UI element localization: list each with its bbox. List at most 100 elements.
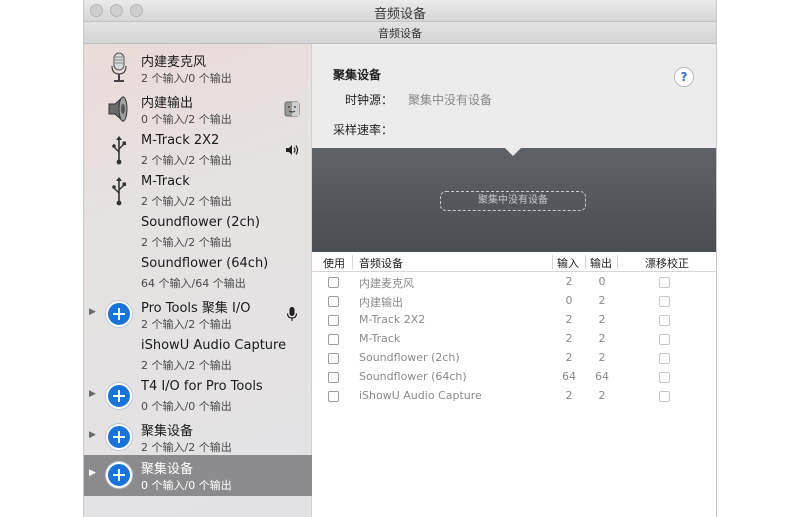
- column-output[interactable]: 输出: [590, 255, 612, 271]
- toolbar: 音频设备: [84, 22, 716, 44]
- device-item-t4-io[interactable]: ▶ T4 I/O for Pro Tools 0 个输入/0 个输出: [84, 376, 312, 417]
- device-io: 2 个输入/2 个输出: [141, 359, 232, 372]
- column-device[interactable]: 音频设备: [359, 255, 403, 271]
- table-row: Soundflower (2ch) 2 2: [312, 349, 716, 368]
- clock-source-label: 时钟源：: [345, 93, 394, 107]
- microphone-small-icon: [284, 306, 300, 322]
- device-io: 64 个输入/64 个输出: [141, 277, 246, 290]
- device-name: Soundflower (2ch): [141, 215, 260, 230]
- empty-aggregate-box: 聚集中没有设备: [440, 191, 586, 211]
- drift-correction-checkbox[interactable]: [659, 334, 670, 345]
- device-name: T4 I/O for Pro Tools: [141, 379, 263, 394]
- device-cell: M-Track: [359, 332, 401, 345]
- speaker-icon: [106, 93, 132, 125]
- drift-correction-checkbox[interactable]: [659, 372, 670, 383]
- device-io: 2 个输入/0 个输出: [141, 72, 232, 85]
- device-item-builtin-mic[interactable]: 内建麦克风 2 个输入/0 个输出: [84, 48, 312, 89]
- device-sidebar: 内建麦克风 2 个输入/0 个输出 内建输出 0 个输入/2 个输出 M-Tra…: [84, 44, 312, 517]
- column-separator: [352, 255, 353, 269]
- aggregate-plus-icon: [106, 424, 132, 450]
- output-cell: 2: [598, 332, 606, 345]
- table-row: 内建麦克风 2 0: [312, 273, 716, 292]
- device-item-aggregate-1[interactable]: ▶ 聚集设备 2 个输入/2 个输出: [84, 417, 312, 458]
- use-checkbox[interactable]: [328, 315, 339, 326]
- volume-icon: [284, 142, 300, 158]
- device-item-pro-tools-aggregate[interactable]: ▶ Pro Tools 聚集 I/O 2 个输入/2 个输出: [84, 294, 312, 335]
- drift-correction-checkbox[interactable]: [659, 353, 670, 364]
- device-item-m-track[interactable]: M-Track 2 个输入/2 个输出: [84, 171, 312, 212]
- use-checkbox[interactable]: [328, 372, 339, 383]
- disclosure-triangle-icon[interactable]: ▶: [89, 430, 96, 440]
- usb-icon: [106, 175, 132, 207]
- help-button[interactable]: ?: [674, 67, 694, 87]
- input-cell: 64: [562, 370, 576, 383]
- drift-correction-checkbox[interactable]: [659, 296, 670, 307]
- drift-correction-checkbox[interactable]: [659, 315, 670, 326]
- device-item-m-track-2x2[interactable]: M-Track 2X2 2 个输入/2 个输出: [84, 130, 312, 171]
- device-item-builtin-output[interactable]: 内建输出 0 个输入/2 个输出: [84, 89, 312, 130]
- column-input[interactable]: 输入: [557, 255, 579, 271]
- device-name: Pro Tools 聚集 I/O: [141, 301, 251, 316]
- input-cell: 2: [565, 389, 573, 402]
- finder-icon: [284, 101, 300, 117]
- column-drift-correction[interactable]: 漂移校正: [645, 255, 689, 271]
- use-checkbox[interactable]: [328, 353, 339, 364]
- disclosure-triangle-icon[interactable]: ▶: [89, 307, 96, 317]
- device-io: 0 个输入/2 个输出: [141, 113, 232, 126]
- device-cell: Soundflower (64ch): [359, 370, 467, 383]
- device-item-soundflower-2ch[interactable]: Soundflower (2ch) 2 个输入/2 个输出: [84, 212, 312, 253]
- clock-source-value[interactable]: 聚集中没有设备: [408, 91, 492, 108]
- title-bar[interactable]: 音频设备: [84, 0, 716, 22]
- microphone-icon: [106, 52, 132, 84]
- window-title: 音频设备: [373, 7, 426, 22]
- aggregate-plus-icon: [106, 462, 132, 488]
- drift-correction-checkbox[interactable]: [659, 277, 670, 288]
- output-cell: 2: [598, 313, 606, 326]
- use-checkbox[interactable]: [328, 296, 339, 307]
- output-cell: 64: [595, 370, 609, 383]
- device-cell: 内建输出: [359, 296, 403, 309]
- device-item-ishowu-audio-capture[interactable]: iShowU Audio Capture 2 个输入/2 个输出: [84, 335, 312, 376]
- aggregate-plus-icon: [106, 383, 132, 409]
- drift-correction-checkbox[interactable]: [659, 391, 670, 402]
- disclosure-triangle-icon[interactable]: ▶: [89, 389, 96, 399]
- output-cell: 2: [598, 351, 606, 364]
- input-cell: 2: [565, 332, 573, 345]
- disclosure-triangle-icon[interactable]: ▶: [89, 468, 96, 478]
- table-row: M-Track 2X2 2 2: [312, 311, 716, 330]
- table-row: M-Track 2 2: [312, 330, 716, 349]
- use-checkbox[interactable]: [328, 334, 339, 345]
- device-cell: 内建麦克风: [359, 277, 414, 290]
- output-cell: 2: [598, 389, 606, 402]
- aggregate-device-dropzone: 聚集中没有设备: [312, 148, 716, 252]
- subdevice-table: 使用 音频设备 输入 输出 漂移校正 内建麦克风 2 0 内建输出 0 2 M-…: [312, 252, 716, 517]
- use-checkbox[interactable]: [328, 391, 339, 402]
- device-io: 2 个输入/2 个输出: [141, 236, 232, 249]
- column-use[interactable]: 使用: [323, 255, 345, 271]
- device-name: 聚集设备: [141, 424, 194, 439]
- toolbar-title: 音频设备: [378, 27, 422, 40]
- device-item-soundflower-64ch[interactable]: Soundflower (64ch) 64 个输入/64 个输出: [84, 253, 312, 294]
- device-cell: M-Track 2X2: [359, 313, 426, 326]
- use-checkbox[interactable]: [328, 277, 339, 288]
- usb-icon: [106, 134, 132, 166]
- detail-heading: 聚集设备: [333, 68, 382, 82]
- column-separator: [585, 255, 586, 269]
- device-name: Soundflower (64ch): [141, 256, 269, 271]
- output-cell: 2: [598, 294, 606, 307]
- column-separator: [552, 255, 553, 269]
- input-cell: 2: [565, 313, 573, 326]
- audio-devices-window: 音频设备 音频设备 内建麦克风 2 个输入/0 个输出 内建输出 0 个输入/2…: [83, 0, 717, 517]
- output-cell: 0: [598, 275, 606, 288]
- device-cell: Soundflower (2ch): [359, 351, 460, 364]
- input-cell: 2: [565, 351, 573, 364]
- device-io: 2 个输入/2 个输出: [141, 441, 232, 454]
- device-name: 内建输出: [141, 96, 194, 111]
- panel-pointer: [505, 148, 521, 156]
- aggregate-plus-icon: [106, 301, 132, 327]
- device-io: 2 个输入/2 个输出: [141, 318, 232, 331]
- table-row: Soundflower (64ch) 64 64: [312, 368, 716, 387]
- input-cell: 0: [565, 294, 573, 307]
- device-cell: iShowU Audio Capture: [359, 389, 482, 402]
- device-item-aggregate-2-selected[interactable]: ▶ 聚集设备 0 个输入/0 个输出: [84, 455, 312, 496]
